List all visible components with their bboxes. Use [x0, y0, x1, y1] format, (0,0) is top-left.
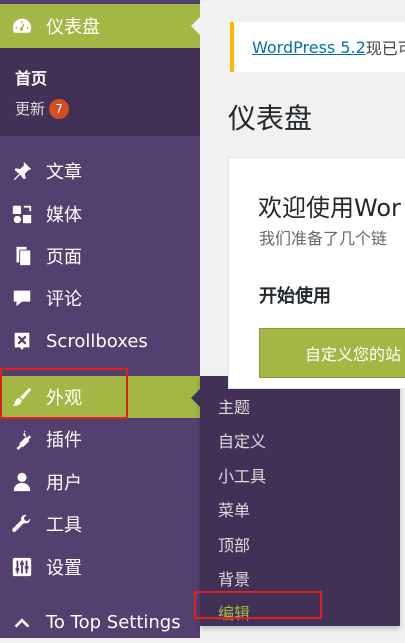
- sidebar-item-label: 文章: [46, 162, 82, 183]
- flyout-notch: [191, 389, 200, 407]
- appearance-highlight-box: [0, 368, 128, 419]
- sidebar-item-label: 工具: [46, 515, 82, 536]
- notice-text: 现已可: [365, 39, 405, 58]
- welcome-title: 欢迎使用Wor: [258, 194, 401, 222]
- settings-icon: [10, 555, 34, 579]
- plugin-icon: [10, 427, 34, 451]
- submenu-item-update[interactable]: 更新 7: [15, 98, 70, 119]
- flyout-item-themes[interactable]: 主题: [218, 394, 250, 418]
- sidebar-item-tools[interactable]: 工具: [0, 503, 200, 545]
- appearance-flyout-submenu: 主题 自定义 小工具 菜单 顶部 背景 编辑: [200, 376, 400, 626]
- flyout-item-customize[interactable]: 自定义: [218, 428, 266, 452]
- sidebar-item-label: 媒体: [46, 205, 82, 226]
- wordpress-version-link[interactable]: WordPress 5.2: [252, 38, 366, 57]
- sidebar-item-label: 用户: [46, 473, 82, 494]
- sidebar-item-label: To Top Settings: [46, 611, 181, 633]
- flyout-item-header[interactable]: 顶部: [218, 532, 250, 556]
- media-icon: [10, 202, 34, 226]
- editor-highlight-box: [194, 591, 322, 619]
- user-icon: [10, 470, 34, 494]
- sidebar-item-plugins[interactable]: 插件: [0, 418, 200, 460]
- flyout-item-menus[interactable]: 菜单: [218, 497, 250, 521]
- sidebar-item-label: 评论: [46, 289, 82, 310]
- submenu-item-home[interactable]: 首页: [15, 65, 47, 89]
- sidebar-item-pages[interactable]: 页面: [0, 235, 200, 277]
- admin-sidebar: 仪表盘 首页 更新 7 文章 媒体 页面 评论 Scrollboxes 外观 插…: [0, 0, 200, 638]
- wrench-icon: [10, 512, 34, 536]
- pin-icon: [10, 159, 34, 183]
- sidebar-item-dashboard[interactable]: 仪表盘: [0, 4, 200, 48]
- sidebar-item-to-top-settings[interactable]: To Top Settings: [0, 601, 200, 643]
- sidebar-item-label: Scrollboxes: [46, 330, 148, 352]
- sidebar-item-users[interactable]: 用户: [0, 461, 200, 503]
- chevron-up-icon: [10, 610, 34, 634]
- customize-site-button[interactable]: 自定义您的站: [259, 328, 405, 378]
- scrollboxes-icon: [10, 329, 34, 353]
- flyout-item-widgets[interactable]: 小工具: [218, 463, 266, 487]
- flyout-item-background[interactable]: 背景: [218, 566, 250, 590]
- sidebar-item-label: 仪表盘: [46, 17, 100, 38]
- pages-icon: [10, 244, 34, 268]
- welcome-panel: 欢迎使用Wor 我们准备了几个链 开始使用 自定义您的站: [228, 157, 405, 389]
- update-label: 更新: [15, 100, 46, 118]
- current-page-notch: [191, 17, 200, 35]
- sidebar-item-label: 插件: [46, 430, 82, 451]
- sidebar-item-scrollboxes[interactable]: Scrollboxes: [0, 320, 200, 362]
- sidebar-item-settings[interactable]: 设置: [0, 546, 200, 588]
- page-title: 仪表盘: [228, 102, 313, 135]
- comment-icon: [10, 286, 34, 310]
- sidebar-item-label: 设置: [46, 558, 82, 579]
- sidebar-item-comments[interactable]: 评论: [0, 277, 200, 319]
- dashboard-icon: [10, 14, 34, 38]
- sidebar-item-posts[interactable]: 文章: [0, 150, 200, 192]
- get-started-heading: 开始使用: [259, 286, 331, 307]
- sidebar-item-media[interactable]: 媒体: [0, 193, 200, 235]
- sidebar-item-label: 页面: [46, 247, 82, 268]
- update-count-badge: 7: [49, 98, 70, 119]
- welcome-subtitle: 我们准备了几个链: [259, 229, 388, 248]
- update-notice: WordPress 5.2 现已可: [230, 22, 405, 72]
- dashboard-submenu: [0, 48, 200, 136]
